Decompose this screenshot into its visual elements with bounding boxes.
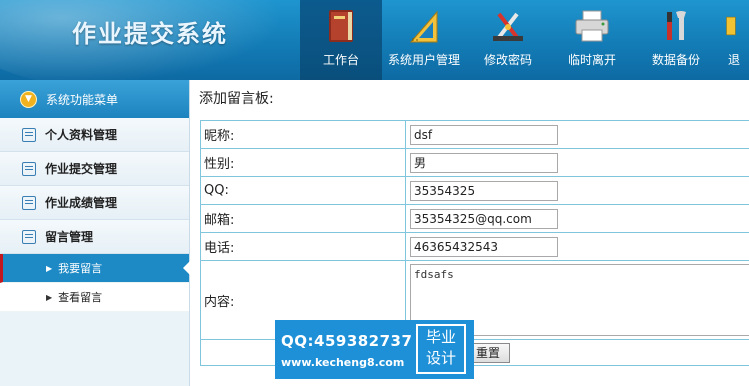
triangle-right-icon: ▶: [46, 263, 53, 273]
sidebar-subitem-label: 查看留言: [58, 291, 103, 304]
ruler-icon: [409, 10, 438, 43]
triangle-right-icon: ▶: [46, 292, 53, 302]
chevron-down-icon: ▼: [20, 90, 37, 108]
watermark-badge: 毕业 设计: [416, 324, 466, 374]
watermark-banner: QQ:459382737 www.kecheng8.com 毕业 设计: [275, 320, 474, 379]
exit-icon: [726, 16, 736, 36]
edit-icon: [22, 195, 36, 210]
qq-input[interactable]: 35354325: [410, 180, 558, 201]
sidebar-item-label: 作业提交管理: [45, 162, 118, 176]
phone-label: 电话:: [200, 232, 406, 261]
nav-label: 数据备份: [651, 53, 700, 67]
tools-icon: [493, 12, 523, 42]
gender-label: 性别:: [200, 148, 406, 177]
nav-label: 工作台: [322, 53, 359, 67]
sidebar-subitem-leave-message[interactable]: ▶ 我要留言: [0, 254, 190, 283]
printer-icon: [575, 10, 609, 42]
nav-label: 修改密码: [483, 53, 532, 67]
sidebar-item-label: 留言管理: [45, 230, 94, 244]
nav-label: 系统用户管理: [387, 53, 460, 67]
form-row: 电话: 46365432543: [200, 232, 749, 261]
book-icon: [329, 10, 353, 42]
form-row: QQ: 35354325: [200, 176, 749, 205]
sidebar-subitem-label: 我要留言: [58, 262, 103, 275]
comment-icon: [22, 161, 36, 176]
nickname-input[interactable]: dsf: [410, 124, 558, 145]
watermark-badge-line1: 毕业: [425, 328, 456, 346]
app-title: 作业提交系统: [72, 20, 228, 48]
app-header: 作业提交系统 工作台 系统用户管理 修改密码 临时离开 数据备份 退: [0, 0, 749, 80]
sidebar-header[interactable]: ▼ 系统功能菜单: [0, 80, 189, 118]
nav-exit[interactable]: 退: [718, 0, 749, 80]
nav-data-backup[interactable]: 数据备份: [634, 0, 718, 80]
wrench-icon: [667, 11, 686, 40]
email-input[interactable]: 35354325@qq.com: [410, 208, 558, 229]
watermark-qq: QQ:459382737: [281, 332, 413, 350]
sidebar-item-homework-submit[interactable]: 作业提交管理: [0, 152, 189, 186]
form-row: 邮箱: 35354325@qq.com: [200, 204, 749, 233]
phone-input[interactable]: 46365432543: [410, 236, 558, 257]
sidebar-item-messages[interactable]: 留言管理: [0, 220, 189, 254]
nav-label: 退: [728, 53, 741, 67]
nav-temporary-leave[interactable]: 临时离开: [550, 0, 634, 80]
sidebar: ▼ 系统功能菜单 个人资料管理 作业提交管理 作业成绩管理 留言管理 ▶ 我要留…: [0, 80, 190, 386]
nav-label: 临时离开: [567, 53, 616, 67]
nav-change-password[interactable]: 修改密码: [466, 0, 550, 80]
nav-user-management[interactable]: 系统用户管理: [382, 0, 466, 80]
qq-label: QQ:: [200, 176, 406, 205]
form-row: 性别: 男: [200, 148, 749, 177]
sidebar-item-homework-grades[interactable]: 作业成绩管理: [0, 186, 189, 220]
sidebar-item-label: 作业成绩管理: [45, 196, 118, 210]
watermark-badge-line2: 设计: [425, 349, 456, 367]
list-icon: [22, 127, 36, 142]
sidebar-item-label: 个人资料管理: [45, 128, 118, 142]
sidebar-subitem-view-messages[interactable]: ▶ 查看留言: [0, 283, 189, 312]
page-title: 添加留言板:: [199, 91, 274, 107]
nickname-label: 昵称:: [200, 120, 406, 149]
sidebar-header-label: 系统功能菜单: [46, 92, 119, 107]
sidebar-item-profile[interactable]: 个人资料管理: [0, 118, 189, 152]
watermark-url: www.kecheng8.com: [281, 356, 405, 369]
gender-input[interactable]: 男: [410, 152, 558, 173]
edit-icon: [22, 229, 36, 244]
form-row: 昵称: dsf: [200, 120, 749, 149]
nav-workbench[interactable]: 工作台: [300, 0, 382, 80]
top-nav: 工作台 系统用户管理 修改密码 临时离开 数据备份 退: [300, 0, 749, 80]
email-label: 邮箱:: [200, 204, 406, 233]
